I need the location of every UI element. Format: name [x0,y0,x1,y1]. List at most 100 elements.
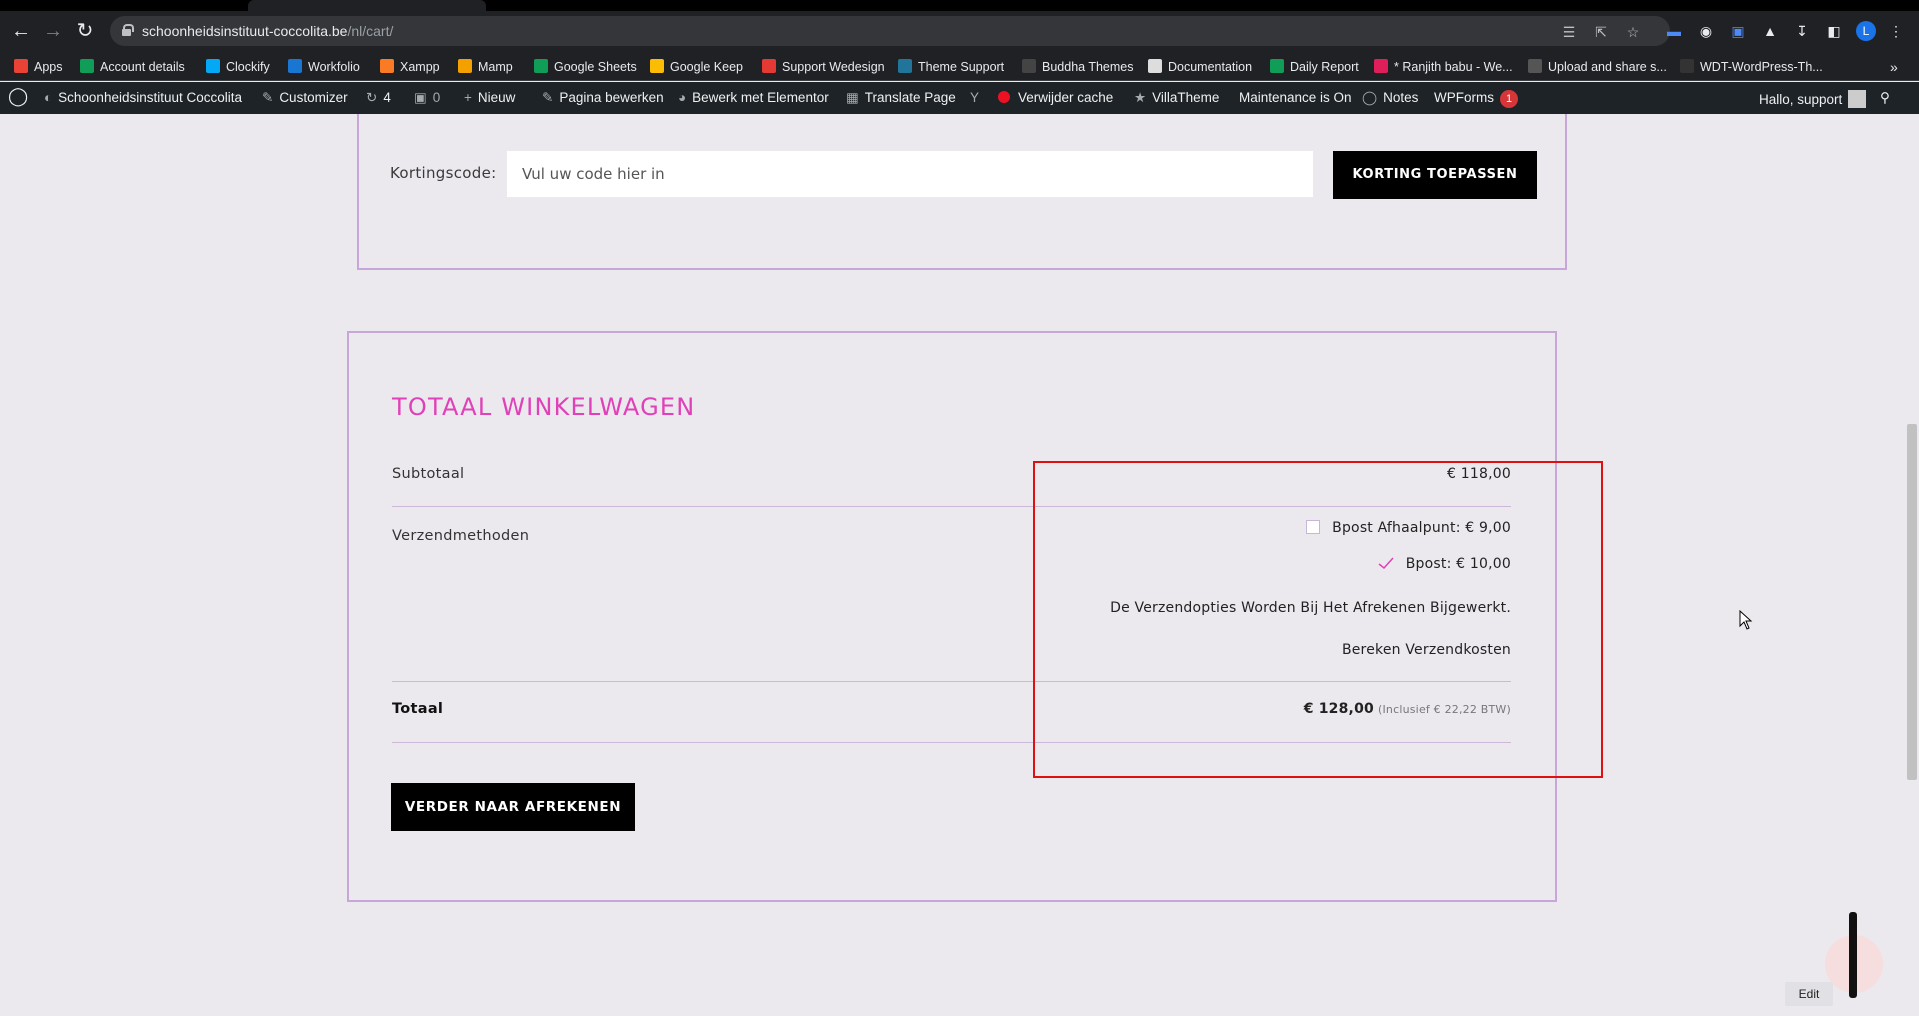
status-dot-icon [998,91,1010,103]
extension-screen-icon[interactable]: ▬ [1664,21,1684,41]
bookmark-star-icon[interactable]: ☆ [1624,23,1642,41]
url-text[interactable]: schoonheidsinstituut-coccolita.be/nl/car… [142,23,393,39]
globe-icon [1148,59,1162,73]
wp-admin-bar: ◯ ◐ Schoonheidsinstituut Coccolita ✎ Custo… [0,82,1919,114]
bookmark-wdt-wordpress[interactable]: WDT-WordPress-Th... [1680,58,1823,76]
admin-updates[interactable]: ↻ 4 [366,90,391,106]
camera-icon[interactable]: ◉ [1696,21,1716,41]
brush-icon: ✎ [262,90,274,105]
bookmark-xampp[interactable]: Xampp [380,58,440,76]
page-scrollbar[interactable] [1904,114,1919,1016]
bookmark-buddha-themes[interactable]: Buddha Themes [1022,58,1134,76]
admin-notes[interactable]: ◯ Notes [1362,90,1418,106]
bookmark-documentation[interactable]: Documentation [1148,58,1252,76]
translate-extension-icon[interactable]: ▣ [1728,21,1748,41]
lock-icon[interactable] [122,24,134,36]
wordpress-logo-icon[interactable]: ◯ [8,87,28,105]
mouse-cursor-icon [1739,610,1753,630]
keep-icon [650,59,664,73]
buddha-icon [1022,59,1036,73]
github-icon [1680,59,1694,73]
bookmark-upload-share[interactable]: Upload and share s... [1528,58,1667,76]
mamp-icon [458,59,472,73]
browser-toolbar: ← → ↻ schoonheidsinstituut-coccolita.be/… [0,11,1919,51]
slack-icon [1374,59,1388,73]
admin-clear-cache[interactable]: Verwijder cache [998,90,1113,106]
reload-icon[interactable]: ↻ [73,19,97,43]
bookmark-account-details[interactable]: Account details [80,58,185,76]
sb-icon [1528,59,1542,73]
extensions-puzzle-icon[interactable]: ▲ [1760,21,1780,41]
bookmark-daily-report[interactable]: Daily Report [1270,58,1359,76]
admin-elementor[interactable]: ◕ Bewerk met Elementor [678,90,829,106]
shipping-label: Verzendmethoden [392,528,530,544]
elementor-icon: ◕ [678,90,687,105]
bookmark-workfolio[interactable]: Workfolio [288,58,360,76]
admin-villatheme[interactable]: ★ VillaTheme [1134,90,1219,106]
coupon-code-input[interactable] [507,151,1313,197]
pencil-icon: ✎ [542,90,554,105]
wordpress-icon [898,59,912,73]
translate-icon[interactable]: ☰ [1560,23,1578,41]
admin-wpforms[interactable]: WPForms 1 [1434,90,1518,108]
bookmark-mamp[interactable]: Mamp [458,58,513,76]
bookmark-slack[interactable]: * Ranjith babu - We... [1374,58,1513,76]
coupon-section: Kortingscode: KORTING TOEPASSEN [357,114,1567,270]
admin-new[interactable]: + Nieuw [464,90,515,106]
total-label: Totaal [392,701,444,717]
notes-icon: ◯ [1362,90,1378,105]
admin-search-icon[interactable]: ⚲ [1880,90,1890,106]
yoast-icon: Y [970,90,980,105]
admin-greeting[interactable]: Hallo, support [1759,90,1867,108]
sheets-icon [1270,59,1284,73]
avatar [1848,90,1867,108]
cart-totals-title: TOTAAL WINKELWAGEN [392,393,696,421]
menu-kebab-icon[interactable]: ⋮ [1886,21,1906,41]
bookmark-google-sheets[interactable]: Google Sheets [534,58,637,76]
dashboard-icon: ◐ [44,90,53,105]
side-panel-icon[interactable]: ◧ [1824,21,1844,41]
subtotal-label: Subtotaal [392,466,465,482]
bookmark-clockify[interactable]: Clockify [206,58,270,76]
apply-coupon-button[interactable]: KORTING TOEPASSEN [1333,151,1537,199]
bookmark-support-wedesign[interactable]: Support Wedesign [762,58,885,76]
admin-customizer[interactable]: ✎ Customizer [262,90,348,106]
download-icon[interactable]: ↧ [1792,21,1812,41]
highlight-annotation-box [1033,461,1603,778]
proceed-to-checkout-button[interactable]: VERDER NAAR AFREKENEN [391,783,635,831]
workfolio-icon [288,59,302,73]
admin-maintenance[interactable]: Maintenance is On [1239,90,1352,106]
bookmark-apps[interactable]: Apps [14,58,63,76]
profile-avatar[interactable]: L [1856,21,1876,41]
bookmark-theme-support[interactable]: Theme Support [898,58,1004,76]
translate-icon: ▦ [846,90,859,105]
admin-edit-page[interactable]: ✎ Pagina bewerken [542,90,664,106]
admin-comments[interactable]: ▣ 0 [414,90,440,106]
share-icon[interactable]: ⇱ [1592,23,1610,41]
address-bar[interactable]: schoonheidsinstituut-coccolita.be/nl/car… [110,16,1670,46]
xampp-icon [380,59,394,73]
sheets-icon [80,59,94,73]
more-bookmarks-icon[interactable]: » [1890,58,1898,76]
plus-icon: + [464,90,472,105]
comment-icon: ▣ [414,90,427,105]
star-icon: ★ [1134,90,1147,105]
active-tab[interactable] [248,0,486,11]
makeup-brush-icon [1849,912,1857,998]
sheets-icon [534,59,548,73]
forward-icon[interactable]: → [41,19,65,43]
wpforms-badge: 1 [1500,90,1518,108]
bookmarks-bar: Apps Account details Clockify Workfolio … [0,51,1919,81]
updates-icon: ↻ [366,90,378,105]
apps-grid-icon [14,59,28,73]
clockify-icon [206,59,220,73]
edit-button[interactable]: Edit [1785,982,1833,1006]
tab-strip [0,0,1919,11]
admin-translate-page[interactable]: ▦ Translate Page [846,90,956,106]
back-icon[interactable]: ← [9,19,33,43]
admin-site-name[interactable]: ◐ Schoonheidsinstituut Coccolita [44,90,242,106]
wedesign-icon [762,59,776,73]
scrollbar-thumb[interactable] [1907,424,1917,780]
admin-yoast[interactable]: Y [970,90,985,106]
bookmark-google-keep[interactable]: Google Keep [650,58,743,76]
